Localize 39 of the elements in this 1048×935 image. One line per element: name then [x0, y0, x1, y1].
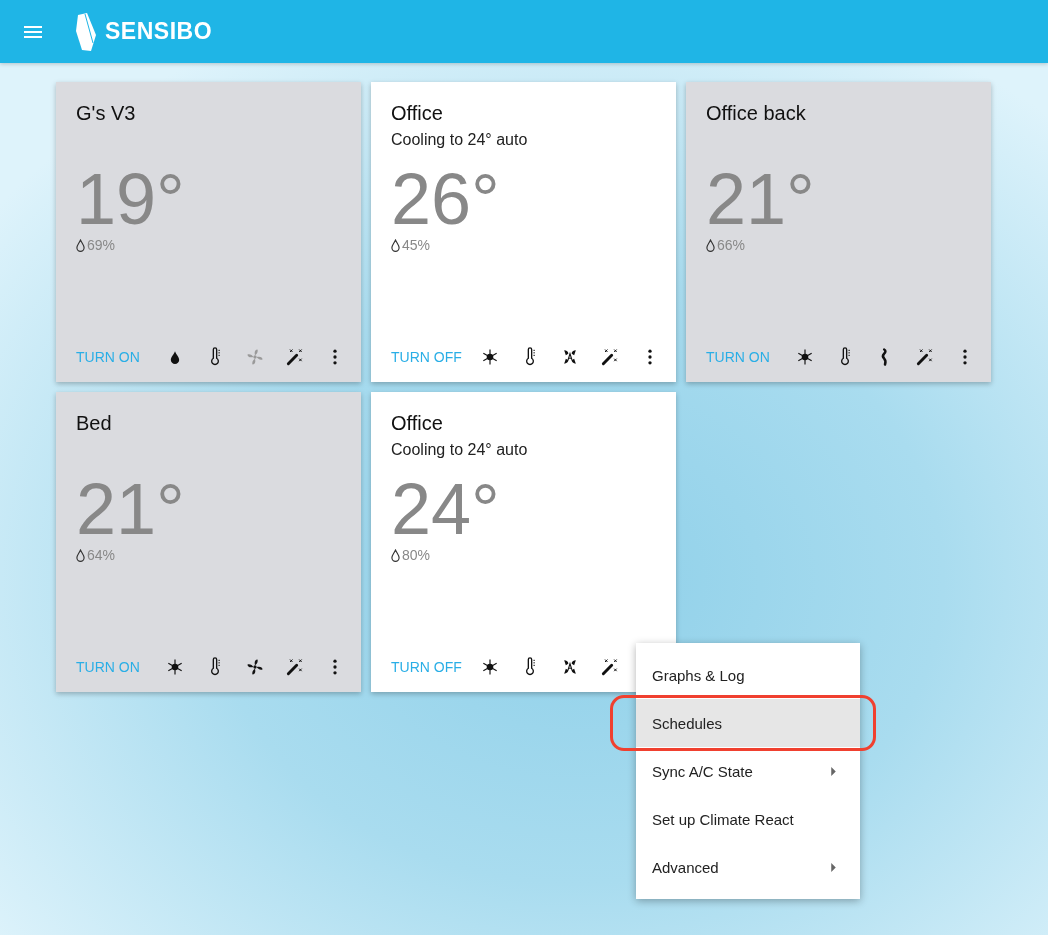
- menu-item[interactable]: Graphs & Log: [636, 651, 860, 699]
- humidity-reading: 69%: [87, 237, 116, 253]
- fan-icon[interactable]: [245, 657, 265, 677]
- brand-name: SENSIBO: [105, 18, 213, 45]
- magic-wand-icon[interactable]: [600, 347, 620, 367]
- snowflake-icon[interactable]: [480, 347, 500, 367]
- device-status: Cooling to 24° auto: [391, 441, 529, 459]
- humidity-icon: [706, 238, 715, 252]
- temperature-reading: 19°: [76, 163, 186, 235]
- menu-item[interactable]: Advanced: [636, 843, 860, 891]
- humidity-icon: [76, 238, 85, 252]
- logo-icon: [74, 12, 98, 51]
- device-name: G's V3: [76, 102, 137, 125]
- temperature-reading: 24°: [391, 473, 501, 545]
- humidity-reading: 80%: [402, 547, 431, 563]
- snowflake-icon[interactable]: [165, 657, 185, 677]
- menu-item[interactable]: Set up Climate React: [636, 795, 860, 843]
- humidity-icon: [76, 548, 85, 562]
- snowflake-icon[interactable]: [480, 657, 500, 677]
- temperature-reading: 21°: [706, 163, 816, 235]
- magic-wand-icon[interactable]: [915, 347, 935, 367]
- magic-wand-icon[interactable]: [285, 347, 305, 367]
- device-name: Office back: [706, 102, 807, 125]
- device-name: Office: [391, 102, 444, 125]
- menu-item[interactable]: Sync A/C State: [636, 747, 860, 795]
- humidity-reading: 45%: [402, 237, 431, 253]
- magic-wand-icon[interactable]: [285, 657, 305, 677]
- humidity-reading: 66%: [717, 237, 746, 253]
- device-name: Bed: [76, 412, 113, 435]
- device-status: Cooling to 24° auto: [391, 131, 529, 149]
- temperature-reading: 26°: [391, 163, 501, 235]
- temperature-reading: 21°: [76, 473, 186, 545]
- humidity-icon: [391, 238, 400, 252]
- snowflake-icon[interactable]: [795, 347, 815, 367]
- magic-wand-icon[interactable]: [600, 657, 620, 677]
- device-name: Office: [391, 412, 444, 435]
- humidity-reading: 64%: [87, 547, 116, 563]
- humidity-icon: [391, 548, 400, 562]
- menu-item[interactable]: Schedules: [636, 699, 860, 747]
